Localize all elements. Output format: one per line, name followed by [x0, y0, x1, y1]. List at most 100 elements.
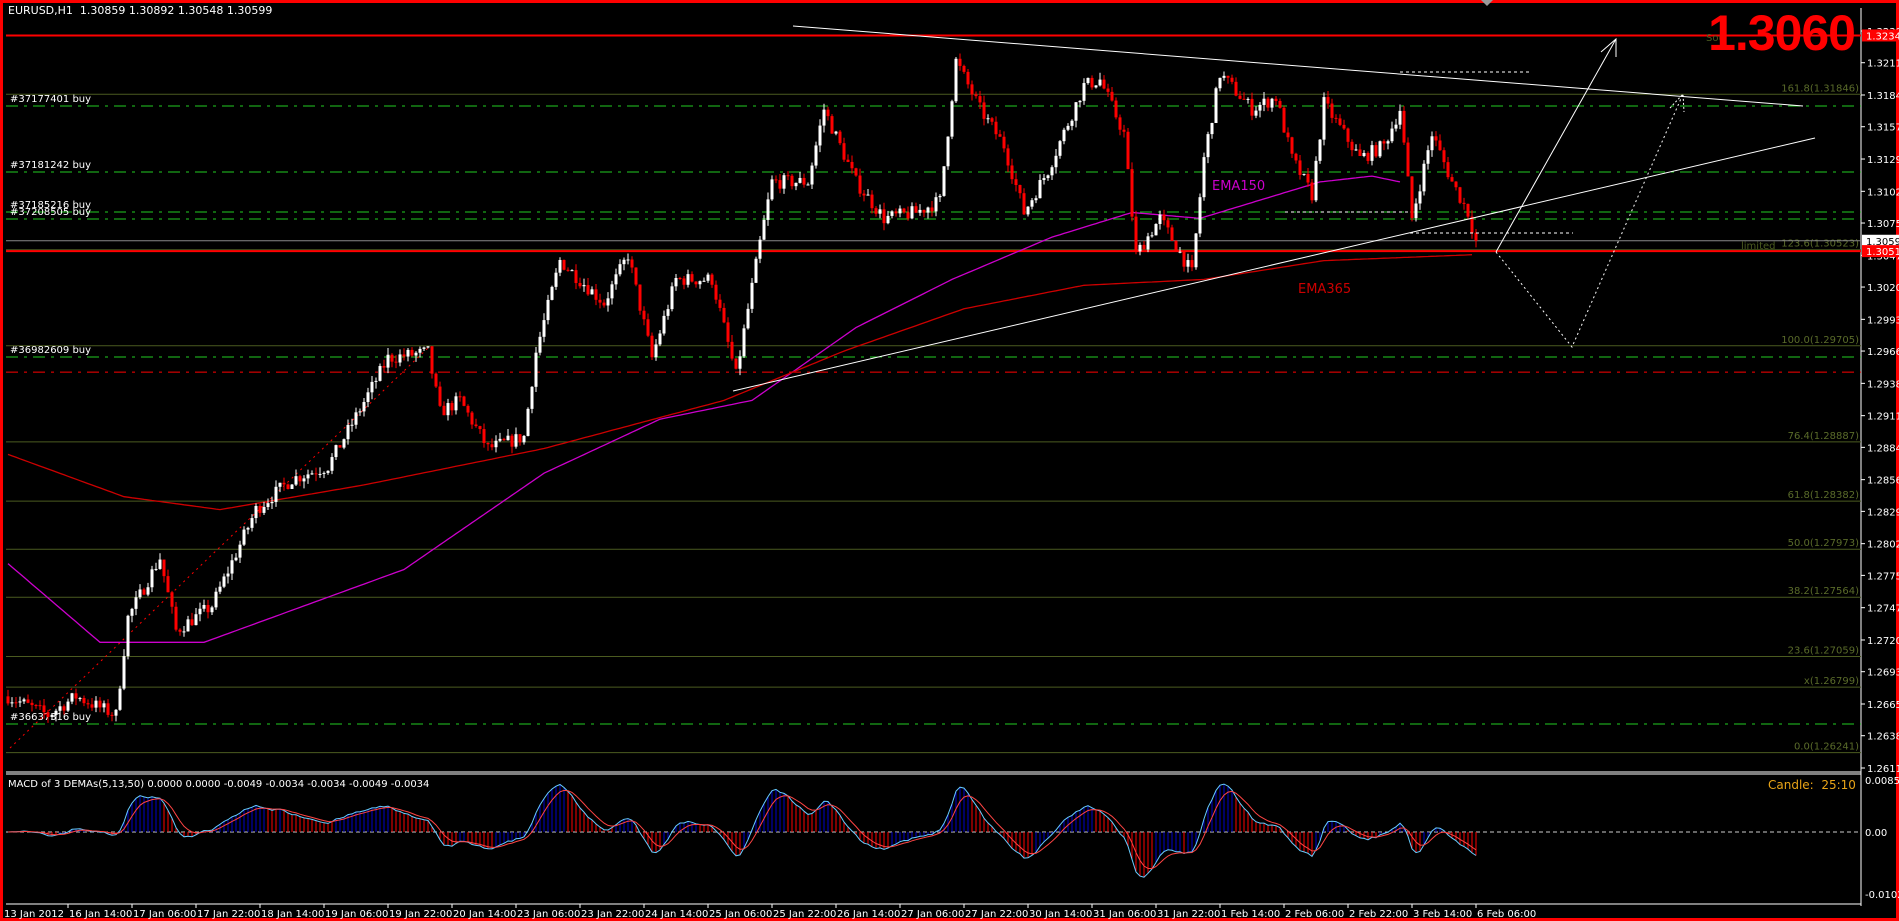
candle-body [1362, 153, 1366, 157]
candle-body [878, 209, 882, 214]
x-tick-label: 19 Jan 06:00 [325, 909, 388, 920]
candle-body [14, 702, 18, 704]
candle-body [910, 206, 914, 219]
candle-body [1162, 214, 1166, 221]
candle-body [1294, 153, 1298, 161]
candle-body [562, 259, 566, 270]
candle-body [894, 211, 898, 214]
candle-body [1002, 136, 1006, 149]
candle-body [482, 429, 486, 443]
candle-body [210, 607, 214, 613]
fib-trend-line[interactable] [9, 345, 431, 749]
candle-body [242, 529, 246, 545]
candle-body [870, 194, 874, 209]
candle-body [190, 619, 194, 626]
candle-body [1046, 175, 1050, 179]
candle-body [1250, 98, 1254, 116]
candle-body [1182, 251, 1186, 267]
candle-body [1238, 95, 1242, 99]
y-tick-label: 1.26385 [1867, 732, 1899, 743]
candle-body [622, 259, 626, 265]
candle-body [754, 258, 758, 283]
candle-body [1330, 103, 1334, 118]
candle-body [362, 402, 366, 412]
candle-body [338, 445, 342, 448]
candle-body [310, 473, 314, 475]
candle-body [1026, 206, 1030, 215]
candle-body [570, 270, 574, 272]
order-label: #37177401 buy [10, 94, 91, 105]
candle-body [86, 703, 90, 705]
candle-body [366, 392, 370, 403]
candle-body [750, 282, 754, 309]
price-tag-label: 1.30511 [1866, 247, 1899, 258]
candle-body [850, 161, 854, 169]
candle-body [550, 286, 554, 300]
candle-body [1230, 77, 1234, 82]
x-tick-label: 31 Jan 06:00 [1093, 909, 1156, 920]
candle-body [842, 143, 846, 160]
candle-body [1466, 203, 1470, 217]
candle-body [1126, 131, 1130, 170]
arrow-head-icon [1600, 37, 1617, 57]
candle-body [738, 356, 742, 369]
candle-body [174, 606, 178, 630]
candle-body [1378, 141, 1382, 157]
candle-body [1286, 132, 1290, 138]
candle-body [702, 280, 706, 282]
candle-body [1390, 128, 1394, 142]
candle-body [394, 361, 398, 363]
candle-body [58, 706, 62, 711]
ascending-trendline[interactable] [732, 137, 1816, 392]
candle-body [650, 335, 654, 358]
candle-body [838, 131, 842, 144]
candle-body [1266, 98, 1270, 108]
candle-body [1154, 223, 1158, 236]
candle-body [430, 346, 434, 374]
y-tick-label: 1.31295 [1867, 155, 1899, 166]
y-tick-label: 1.26110 [1867, 764, 1899, 775]
candle-body [1350, 141, 1354, 151]
candle-body [1090, 77, 1094, 88]
fib-level-label: 50.0(1.27973) [1788, 538, 1860, 549]
candle-body [1254, 110, 1258, 116]
candle-body [106, 703, 110, 715]
candle-body [426, 346, 430, 348]
candle-body [1138, 244, 1142, 252]
candle-body [230, 560, 234, 574]
candle-body [646, 319, 650, 336]
y-tick-label: 1.31840 [1867, 91, 1899, 102]
candle-body [1422, 163, 1426, 192]
candle-body [402, 354, 406, 357]
candle-body [1098, 79, 1102, 86]
candle-body [734, 358, 738, 369]
candle-body [1190, 260, 1194, 268]
candle-body [934, 197, 938, 212]
candle-body [294, 476, 298, 485]
candle-body [566, 269, 570, 271]
candle-body [678, 277, 682, 279]
candle-body [342, 439, 346, 448]
projection-arrow-line[interactable] [1495, 38, 1617, 253]
candle-timer: Candle: 25:10 [1768, 778, 1856, 792]
candle-body [642, 310, 646, 320]
candle-body [262, 507, 266, 513]
candle-body [766, 199, 770, 220]
candle-body [1394, 124, 1398, 129]
candle-body [478, 426, 482, 430]
candle-body [218, 586, 222, 592]
candle-body [1298, 160, 1302, 175]
candle-body [142, 589, 146, 595]
candle-body [414, 352, 418, 356]
candle-body [1110, 91, 1114, 101]
alt-projection-line[interactable] [1495, 93, 1684, 348]
candle-body [82, 698, 86, 704]
candle-body [534, 352, 538, 387]
y-tick-label: 1.31570 [1867, 123, 1899, 134]
candle-body [946, 136, 950, 167]
candle-body [254, 505, 258, 519]
candle-body [18, 701, 22, 703]
chart-shift-marker-icon[interactable] [1481, 0, 1493, 6]
candle-body [42, 705, 46, 713]
candle-body [518, 434, 522, 443]
